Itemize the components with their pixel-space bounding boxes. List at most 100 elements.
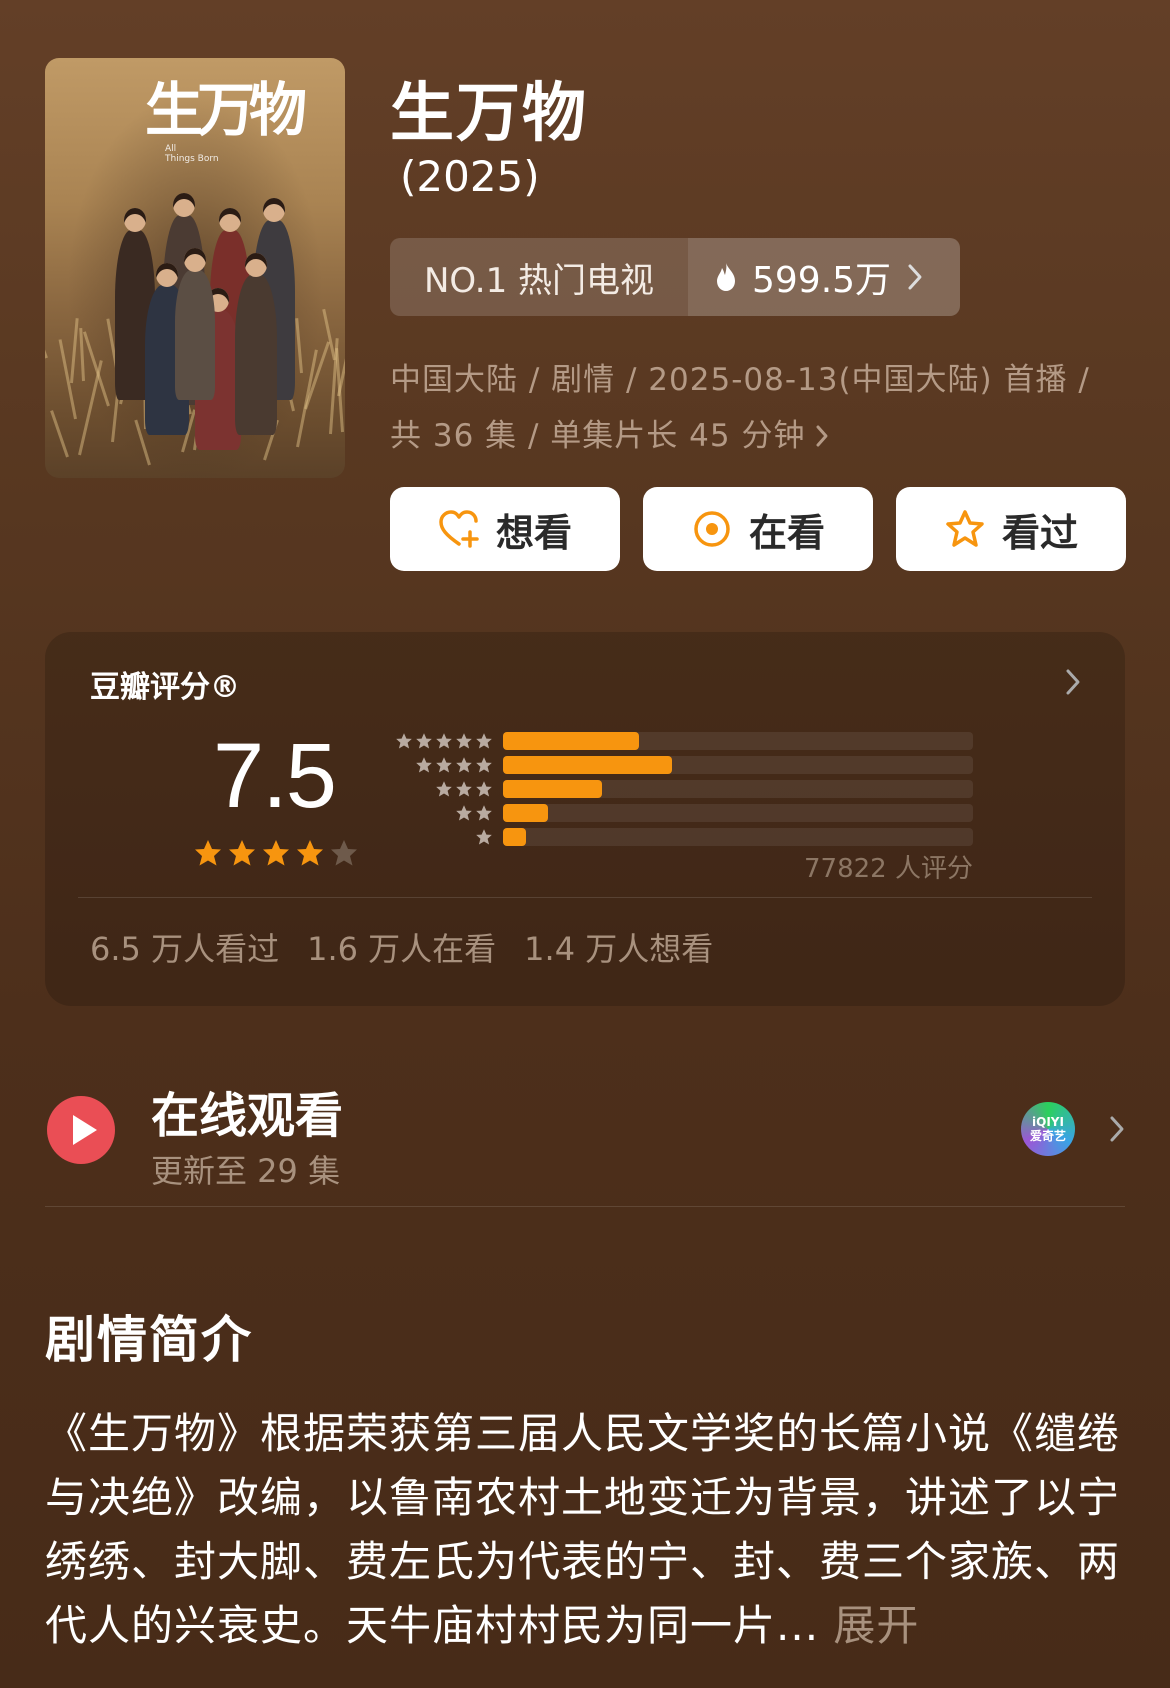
target-icon xyxy=(694,511,730,547)
star-small-icon xyxy=(456,733,472,749)
poster-figure-head xyxy=(156,263,178,287)
rating-bar-track xyxy=(503,732,973,750)
online-watch-title: 在线观看 xyxy=(151,1088,344,1144)
poster-figure-head xyxy=(173,193,195,217)
rating-count: 77822 人评分 xyxy=(804,854,973,884)
star-filled-icon xyxy=(229,840,255,866)
star-outline-icon xyxy=(946,510,984,547)
rating-row-2-star xyxy=(383,804,493,822)
rating-bar-track xyxy=(503,828,973,846)
star-small-icon xyxy=(436,757,452,773)
play-icon xyxy=(47,1096,115,1164)
want-to-watch-button[interactable]: 想看 xyxy=(390,487,620,571)
watching-label: 在看 xyxy=(748,510,825,555)
rating-row-4-star xyxy=(383,756,493,774)
release-year: (2025) xyxy=(400,152,540,201)
wheat-stalk xyxy=(45,319,48,359)
meta-line-1: 中国大陆 / 剧情 / 2025-08-13(中国大陆) 首播 / xyxy=(390,362,1090,398)
online-watch-section[interactable]: 在线观看 更新至 29 集 iQIYI 爱奇艺 xyxy=(45,1070,1125,1210)
rating-bar-fill xyxy=(503,756,672,774)
heat-value: 599.5万 xyxy=(752,260,892,301)
rating-stars xyxy=(193,838,359,868)
heart-plus-icon xyxy=(439,510,479,548)
row-stars xyxy=(415,756,493,774)
poster-figure-head xyxy=(245,253,267,277)
synopsis-body: 《生万物》根据荣获第三届人民文学奖的长篇小说《缱绻与决绝》改编，以鲁南农村土地变… xyxy=(45,1409,1121,1650)
poster-subtitle: All Things Born xyxy=(165,144,219,164)
row-stars xyxy=(435,780,493,798)
star-small-icon xyxy=(476,781,492,797)
want-label: 想看 xyxy=(495,510,572,555)
poster-figure-head xyxy=(219,208,241,232)
meta-info[interactable]: 中国大陆 / 剧情 / 2025-08-13(中国大陆) 首播 / 共 36 集… xyxy=(390,352,1110,464)
rating-bar-track xyxy=(503,780,973,798)
star-small-icon xyxy=(456,757,472,773)
rating-row-3-star xyxy=(383,780,493,798)
rating-bar-fill xyxy=(503,828,526,846)
chevron-right-icon xyxy=(816,425,828,447)
divider xyxy=(45,1206,1125,1207)
meta-line-2-wrap: 共 36 集 / 单集片长 45 分钟 xyxy=(390,408,1110,464)
chevron-right-icon xyxy=(1066,669,1080,695)
star-small-icon xyxy=(396,733,412,749)
row-stars xyxy=(455,804,493,822)
watched-button[interactable]: 看过 xyxy=(896,487,1126,571)
meta-line-2: 共 36 集 / 单集片长 45 分钟 xyxy=(390,418,806,454)
watching-button[interactable]: 在看 xyxy=(643,487,873,571)
star-filled-icon xyxy=(263,840,289,866)
row-stars xyxy=(395,732,493,750)
episode-update: 更新至 29 集 xyxy=(151,1152,341,1190)
expand-link[interactable]: 展开 xyxy=(833,1601,919,1650)
watched-count: 6.5 万人看过 xyxy=(90,930,280,968)
star-small-icon xyxy=(456,781,472,797)
rating-row-5-star xyxy=(383,732,493,750)
poster-title-art: 生万物 xyxy=(145,76,307,144)
star-small-icon xyxy=(456,805,472,821)
rating-label: 豆瓣评分® xyxy=(90,670,240,705)
star-small-icon xyxy=(476,757,492,773)
star-filled-icon xyxy=(195,840,221,866)
star-small-icon xyxy=(476,829,492,845)
star-filled-icon xyxy=(297,840,323,866)
poster-figure-head xyxy=(184,248,206,272)
watching-count: 1.6 万人在看 xyxy=(307,930,497,968)
rating-bar-track xyxy=(503,804,973,822)
poster-figure xyxy=(235,275,277,435)
poster-image[interactable]: 生万物 All Things Born xyxy=(45,58,345,478)
star-small-icon xyxy=(416,733,432,749)
rating-bar-fill xyxy=(503,780,602,798)
row-stars xyxy=(475,828,493,846)
wheat-stalk xyxy=(295,318,303,374)
synopsis-text: 《生万物》根据荣获第三届人民文学奖的长篇小说《缱绻与决绝》改编，以鲁南农村土地变… xyxy=(45,1402,1125,1658)
wheat-stalk xyxy=(70,318,79,384)
synopsis-title: 剧情简介 xyxy=(45,1311,253,1369)
want-count: 1.4 万人想看 xyxy=(524,930,714,968)
rating-row-1-star xyxy=(383,828,493,846)
star-small-icon xyxy=(476,733,492,749)
page-title: 生万物 xyxy=(390,77,588,151)
poster-figure-head xyxy=(263,198,285,222)
star-small-icon xyxy=(436,781,452,797)
rank-label: NO.1 热门电视 xyxy=(390,238,688,316)
star-small-icon xyxy=(416,757,432,773)
watched-label: 看过 xyxy=(1001,510,1078,555)
poster-figure-head xyxy=(124,208,146,232)
rank-pill[interactable]: NO.1 热门电视 599.5万 xyxy=(390,238,960,316)
wheat-stalk xyxy=(82,331,110,407)
rating-bar-track xyxy=(503,756,973,774)
star-small-icon xyxy=(436,733,452,749)
divider xyxy=(78,897,1092,898)
rating-bar-fill xyxy=(503,804,548,822)
chevron-right-icon xyxy=(908,264,922,290)
star-small-icon xyxy=(476,805,492,821)
rating-card[interactable]: 豆瓣评分® 7.5 77822 人评分 6.5 万人看过 1.6 万人在看 1.… xyxy=(45,632,1125,1006)
watch-stats: 6.5 万人看过 1.6 万人在看 1.4 万人想看 xyxy=(90,924,713,970)
wheat-stalk xyxy=(50,410,69,458)
fire-icon xyxy=(717,263,735,291)
iqiyi-logo-icon[interactable]: iQIYI 爱奇艺 xyxy=(1021,1102,1075,1156)
rating-score: 7.5 xyxy=(213,725,337,827)
heat-link[interactable]: 599.5万 xyxy=(688,238,960,316)
rating-bar-fill xyxy=(503,732,639,750)
poster-figure xyxy=(175,270,215,400)
star-empty-icon xyxy=(331,840,357,866)
